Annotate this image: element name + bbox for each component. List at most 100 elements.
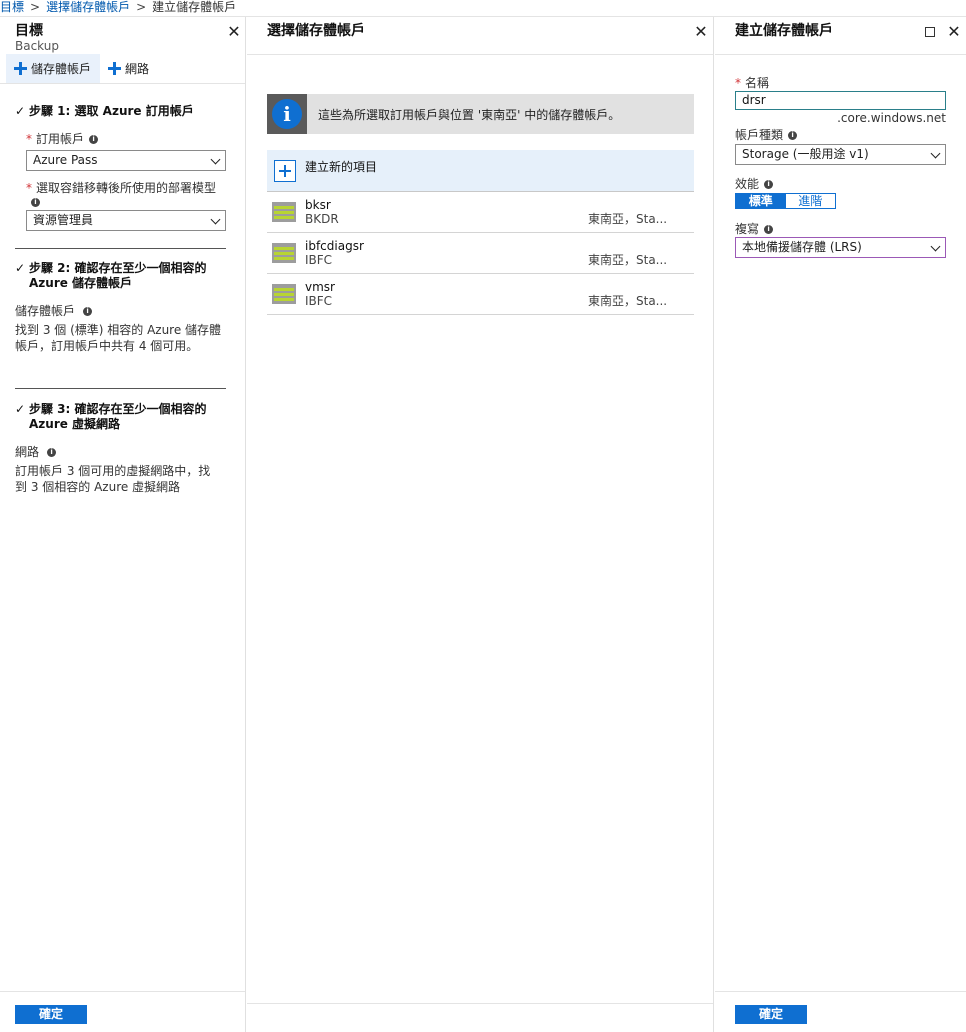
storage-account-row[interactable]: bksr BKDR 東南亞，Sta... (267, 192, 694, 233)
blade-target: 目標 Backup ✕ 儲存體帳戶 網路 ✓ 步驟 1: 選取 Azure 訂用… (0, 17, 246, 1032)
dropdown-value: Azure Pass (33, 153, 98, 167)
close-icon[interactable]: ✕ (694, 24, 708, 40)
storage-account-row[interactable]: ibfcdiagsr IBFC 東南亞，Sta... (267, 233, 694, 274)
info-icon[interactable]: i (764, 225, 774, 234)
command-label: 儲存體帳戶 (31, 62, 92, 76)
deployment-model-label: * 選取容錯移轉後所使用的部署模型 (26, 181, 217, 195)
blade-title: 目標 (15, 23, 43, 39)
command-bar: 儲存體帳戶 網路 (0, 54, 245, 84)
storage-account-icon (272, 284, 296, 304)
step-1-heading: ✓ 步驟 1: 選取 Azure 訂用帳戶 (15, 104, 230, 119)
checkmark-icon: ✓ (15, 402, 26, 416)
deployment-model-dropdown[interactable]: 資源管理員 (26, 210, 226, 231)
info-icon[interactable]: i (47, 448, 57, 457)
info-icon[interactable]: i (788, 131, 798, 140)
required-marker: * (26, 181, 32, 195)
maximize-icon[interactable] (925, 27, 935, 37)
info-icon[interactable]: i (764, 180, 774, 189)
account-location: 東南亞，Sta... (588, 253, 668, 267)
account-group: BKDR (305, 212, 339, 226)
header-divider (247, 54, 713, 55)
info-icon[interactable]: i (89, 135, 99, 144)
account-location: 東南亞，Sta... (588, 212, 668, 226)
network-label: 網路 i (15, 444, 230, 460)
chevron-down-icon (210, 214, 221, 225)
breadcrumb-link-select-storage[interactable]: 選擇儲存體帳戶 (46, 0, 130, 14)
name-suffix: .core.windows.net (837, 111, 946, 125)
footer-divider (247, 1003, 713, 1004)
step-divider (15, 248, 226, 249)
performance-standard-option[interactable]: 標準 (736, 194, 786, 208)
account-kind-label: 帳戶種類 i (735, 127, 946, 143)
chevron-down-icon (930, 241, 941, 252)
step-3: ✓ 步驟 3: 確認存在至少一個相容的 Azure 虛擬網路 網路 i 訂用帳戶 3… (15, 402, 230, 495)
blade-title: 選擇儲存體帳戶 (267, 23, 365, 39)
command-label: 網路 (125, 62, 150, 76)
breadcrumb: 目標 > 選擇儲存體帳戶 > 建立儲存體帳戶 (0, 0, 966, 16)
blade-create-storage: 建立儲存體帳戶 ✕ * 名稱 drsr .core.windows.net 帳戶種… (715, 17, 966, 1032)
account-kind-dropdown[interactable]: Storage (一般用途 v1) (735, 144, 946, 165)
storage-account-row[interactable]: vmsr IBFC 東南亞，Sta... (267, 274, 694, 315)
name-input[interactable]: drsr (735, 91, 946, 110)
replication-label: 複寫 i (735, 221, 946, 237)
footer-divider (715, 991, 966, 992)
step-2-text: 找到 3 個 (標準) 相容的 Azure 儲存體 帳戶，訂用帳戶中共有 4 個可… (15, 323, 222, 353)
dropdown-value: Storage (一般用途 v1) (742, 147, 869, 161)
info-icon[interactable]: i (83, 307, 93, 316)
performance-toggle: 標準 進階 (735, 193, 836, 209)
account-group: IBFC (305, 294, 333, 308)
checkmark-icon: ✓ (15, 261, 26, 275)
info-banner-text: 這些為所選取訂用帳戶與位置 '東南亞' 中的儲存體帳戶。 (318, 108, 621, 122)
chevron-down-icon (210, 154, 221, 165)
step-2-heading: ✓ 步驟 2: 確認存在至少一個相容的 Azure 儲存體帳戶 (15, 261, 207, 290)
deployment-model-field: * 選取容錯移轉後所使用的部署模型 i 資源管理員 (26, 180, 226, 231)
required-marker: * (26, 132, 32, 146)
close-icon[interactable]: ✕ (947, 24, 961, 40)
blade-title: 建立儲存體帳戶 (735, 23, 833, 39)
account-name: bksr (305, 198, 331, 212)
info-banner: i 這些為所選取訂用帳戶與位置 '東南亞' 中的儲存體帳戶。 (267, 94, 694, 134)
breadcrumb-link-goal[interactable]: 目標 (0, 0, 24, 14)
replication-dropdown[interactable]: 本地備援儲存體 (LRS) (735, 237, 946, 258)
storage-account-label: 儲存體帳戶 i (15, 303, 230, 319)
account-name: vmsr (305, 280, 335, 294)
breadcrumb-current: 建立儲存體帳戶 (152, 0, 237, 14)
ok-button[interactable]: 確定 (15, 1005, 87, 1024)
add-network-button[interactable]: 網路 (100, 54, 155, 83)
subscription-dropdown[interactable]: Azure Pass (26, 150, 226, 171)
create-new-label: 建立新的項目 (305, 160, 378, 174)
blade-select-storage: 選擇儲存體帳戶 ✕ i 這些為所選取訂用帳戶與位置 '東南亞' 中的儲存體帳戶。… (247, 17, 714, 1032)
storage-account-icon (272, 243, 296, 263)
step-heading-text: 步驟 1: 選取 Azure 訂用帳戶 (29, 104, 194, 118)
plus-icon (108, 62, 121, 75)
subscription-label: * 訂用帳戶 i (26, 131, 226, 147)
subscription-field: * 訂用帳戶 i Azure Pass (26, 131, 226, 171)
step-2: ✓ 步驟 2: 確認存在至少一個相容的 Azure 儲存體帳戶 儲存體帳戶 i 找到… (15, 261, 230, 354)
plus-icon (14, 62, 27, 75)
account-name: ibfcdiagsr (305, 239, 364, 253)
blade-subtitle: Backup (15, 39, 59, 53)
ok-button[interactable]: 確定 (735, 1005, 807, 1024)
add-storage-account-button[interactable]: 儲存體帳戶 (6, 54, 100, 83)
info-icon[interactable]: i (31, 198, 40, 207)
chevron-down-icon (930, 148, 941, 159)
name-label: * 名稱 (735, 76, 770, 90)
header-divider (715, 54, 966, 55)
step-3-heading: ✓ 步驟 3: 確認存在至少一個相容的 Azure 虛擬網路 (15, 402, 207, 431)
checkmark-icon: ✓ (15, 104, 26, 118)
create-new-button[interactable]: 建立新的項目 (267, 150, 694, 191)
breadcrumb-separator-icon: > (30, 0, 41, 14)
performance-premium-option[interactable]: 進階 (786, 194, 836, 208)
dropdown-value: 資源管理員 (33, 213, 94, 227)
required-marker: * (735, 76, 741, 90)
info-icon: i (272, 99, 302, 129)
step-divider (15, 388, 226, 389)
plus-icon (274, 160, 296, 182)
account-location: 東南亞，Sta... (588, 294, 668, 308)
footer-divider (0, 991, 245, 992)
close-icon[interactable]: ✕ (227, 24, 241, 40)
dropdown-value: 本地備援儲存體 (LRS) (742, 240, 862, 254)
breadcrumb-separator-icon: > (136, 0, 147, 14)
storage-account-icon (272, 202, 296, 222)
step-1: ✓ 步驟 1: 選取 Azure 訂用帳戶 (15, 104, 230, 119)
